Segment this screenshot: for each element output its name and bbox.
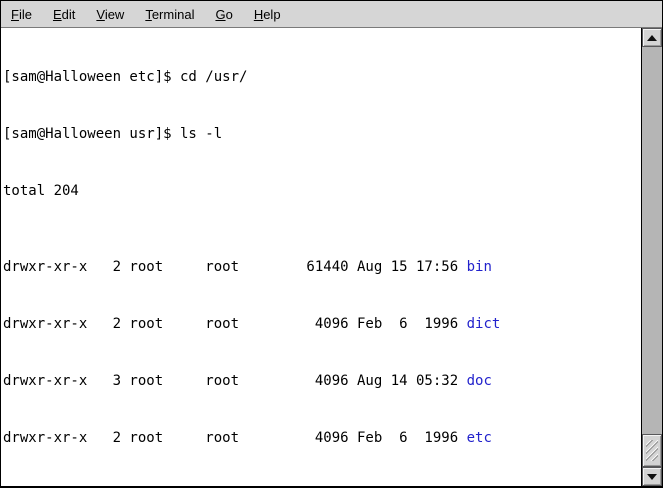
menu-item-view[interactable]: View (96, 7, 124, 22)
terminal-line-total: total 204 (3, 182, 641, 201)
scroll-down-button[interactable] (642, 467, 662, 486)
listing-row: drwxr-xr-x 3 root root 4096 Aug 14 05:32… (3, 372, 641, 391)
scrollbar-grip-icon (646, 440, 658, 461)
scrollbar-thumb[interactable] (642, 434, 662, 467)
row-details: drwxr-xr-x 2 root root 4096 Feb 6 1996 (3, 316, 467, 332)
menu-bar: File Edit View Terminal Go Help (1, 1, 662, 28)
row-details: drwxr-xr-x 3 root root 4096 Aug 14 05:32 (3, 373, 467, 389)
listing-row: drwxr-xr-x 2 root root 4096 Feb 6 1996 d… (3, 315, 641, 334)
menu-item-edit[interactable]: Edit (53, 7, 75, 22)
scrollbar (642, 28, 662, 486)
directory-name: bin (467, 259, 492, 275)
scroll-up-icon (647, 35, 657, 41)
menu-item-file[interactable]: File (11, 7, 32, 22)
scroll-up-button[interactable] (642, 28, 662, 47)
terminal-viewport[interactable]: [sam@Halloween etc]$ cd /usr/ [sam@Hallo… (1, 28, 642, 486)
row-details: drwxr-xr-x 2 root root 61440 Aug 15 17:5… (3, 259, 467, 275)
listing-row: drwxr-xr-x 2 root root 4096 Feb 6 1996 e… (3, 429, 641, 448)
directory-name: doc (467, 373, 492, 389)
terminal-line-command: [sam@Halloween etc]$ cd /usr/ (3, 68, 641, 87)
menu-item-terminal[interactable]: Terminal (145, 7, 194, 22)
directory-name: dict (467, 316, 501, 332)
listing-row: drwxr-xr-x 2 root root 61440 Aug 15 17:5… (3, 258, 641, 277)
directory-name: etc (467, 430, 492, 446)
scrollbar-trough[interactable] (642, 47, 662, 467)
menu-item-go[interactable]: Go (215, 7, 232, 22)
terminal-line-command: [sam@Halloween usr]$ ls -l (3, 125, 641, 144)
menu-item-help[interactable]: Help (254, 7, 281, 22)
row-details: drwxr-xr-x 2 root root 4096 Feb 6 1996 (3, 430, 467, 446)
terminal-window: File Edit View Terminal Go Help [sam@Hal… (0, 0, 663, 488)
scroll-down-icon (647, 474, 657, 480)
